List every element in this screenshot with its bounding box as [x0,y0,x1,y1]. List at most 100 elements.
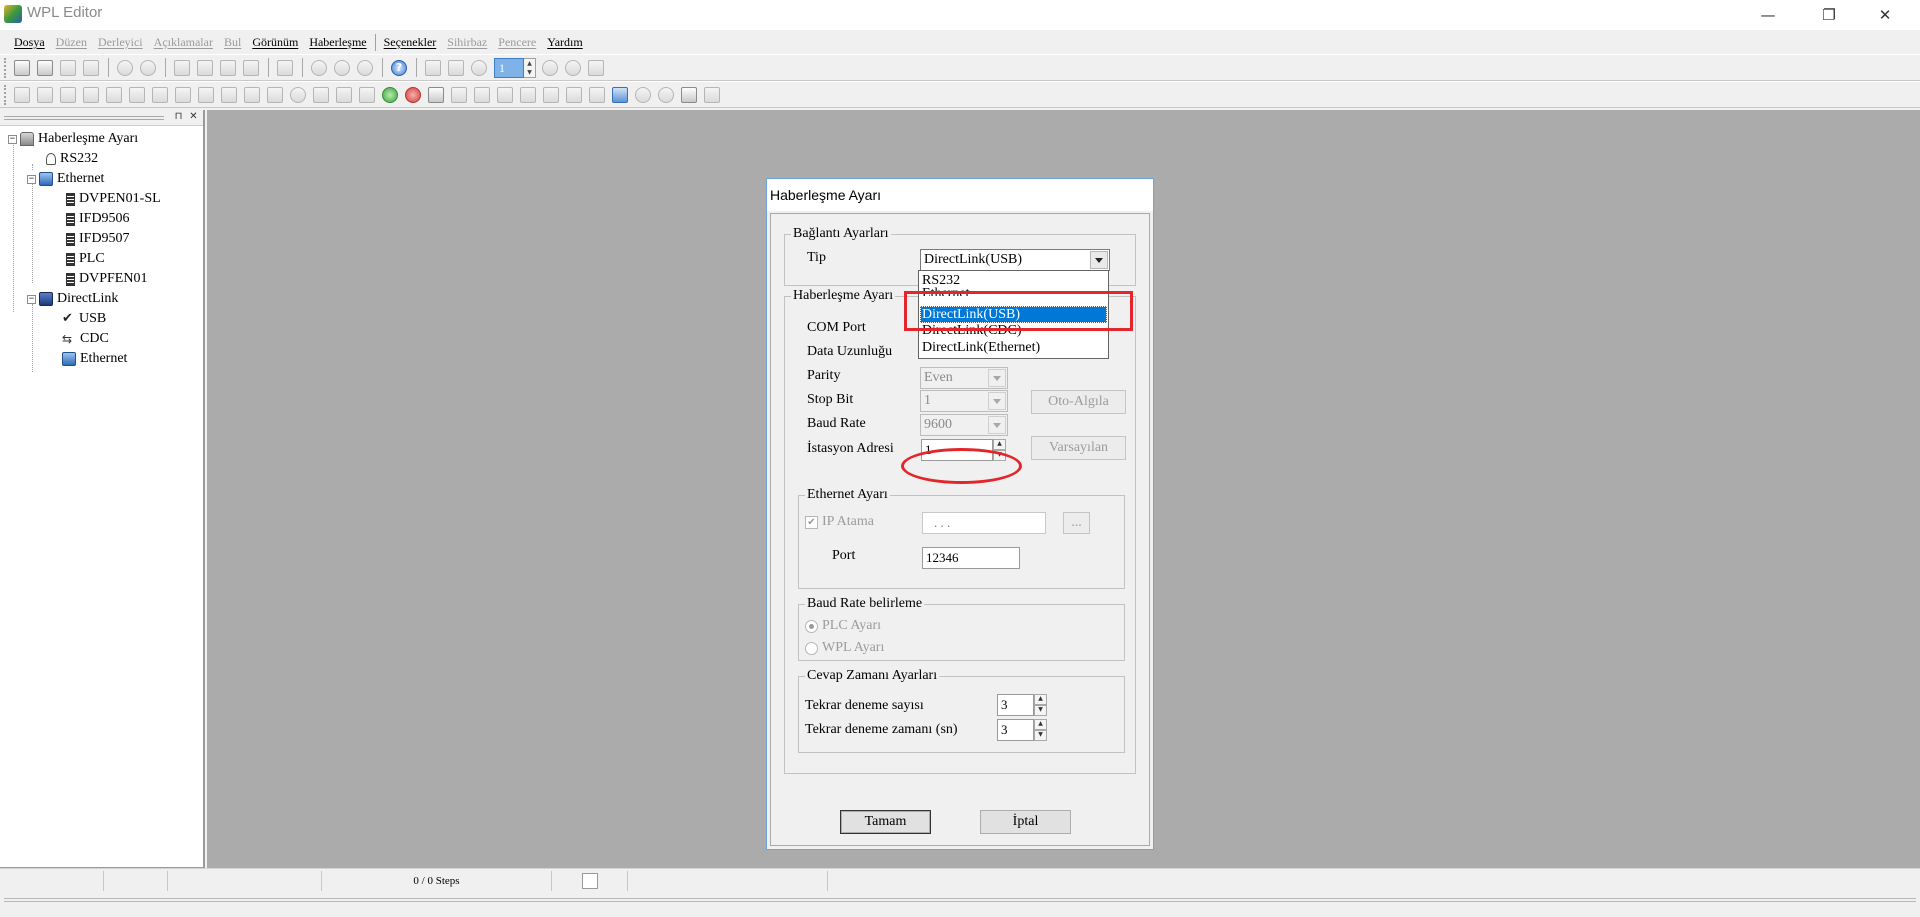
halt-icon[interactable] [405,86,421,103]
format-icon[interactable] [543,86,559,103]
menu-yardim[interactable]: Yardım [547,35,582,50]
spin-up-icon[interactable]: ▲ [1034,719,1047,730]
grid-icon[interactable] [313,86,329,103]
register-icon[interactable] [175,86,191,103]
table-icon[interactable] [152,86,168,103]
cut-icon[interactable] [174,59,190,76]
type-select[interactable]: DirectLink(USB) [920,249,1110,271]
type-option-directlink-ethernet[interactable]: DirectLink(Ethernet) [920,339,1107,356]
tree-item-directlink[interactable]: − DirectLink [27,289,118,309]
refresh-icon[interactable] [565,59,581,76]
panel-grip[interactable] [4,116,164,120]
window-icon[interactable] [612,86,628,103]
menu-pencere[interactable]: Pencere [498,35,536,50]
maximize-button[interactable]: ❐ [1806,0,1852,30]
save-icon[interactable] [60,59,76,76]
minimize-button[interactable]: — [1745,0,1791,30]
monitor-icon[interactable] [471,59,487,76]
spin-down-icon[interactable]: ▼ [524,68,535,77]
stop-icon[interactable] [542,59,558,76]
save-as-icon[interactable] [83,59,99,76]
chart-icon[interactable] [106,86,122,103]
tree-item-root[interactable]: − Haberleşme Ayarı [8,129,138,149]
module-icon[interactable] [359,86,375,103]
code-icon[interactable] [497,86,513,103]
stop-bit-select[interactable]: 1 [920,390,1008,412]
panel-close-icon[interactable]: ✕ [187,111,200,124]
device-comment-icon[interactable] [83,86,99,103]
wand-icon[interactable] [198,86,214,103]
note-icon[interactable] [244,86,260,103]
spin-up-icon[interactable]: ▲ [993,439,1006,450]
step-input[interactable]: 1 [494,57,524,78]
ip-assign-checkbox[interactable]: ✔ [805,516,818,529]
port-input[interactable]: 12346 [922,547,1020,569]
align-icon[interactable] [704,86,720,103]
block-icon[interactable] [129,86,145,103]
ip-address-field[interactable]: . . . [922,512,1046,534]
tree-item-directlink-ethernet[interactable]: Ethernet [62,349,127,369]
auto-detect-button[interactable]: Oto-Algıla [1031,390,1126,414]
spin-up-icon[interactable]: ▲ [524,59,535,68]
retry-time-input[interactable]: 3 [997,719,1034,741]
toolbar-grip[interactable] [4,57,8,78]
search-icon[interactable] [635,86,651,103]
panel-grip[interactable] [4,898,1916,902]
retry-count-input[interactable]: 3 [997,694,1034,716]
code-alt-icon[interactable] [520,86,536,103]
scan-icon[interactable] [267,86,283,103]
menu-secenekler[interactable]: Seçenekler [384,35,437,50]
tree-item-dvpfen01[interactable]: DVPFEN01 [66,269,147,289]
tree-item-ethernet[interactable]: − Ethernet [27,169,104,189]
open-file-icon[interactable] [37,59,53,76]
close-button[interactable]: ✕ [1862,0,1908,30]
sfc-mode-icon[interactable] [60,86,76,103]
tree-item-cdc[interactable]: ⇆ CDC [62,329,109,349]
menu-aciklamalar[interactable]: Açıklamalar [154,35,213,50]
step-spinner[interactable]: ▲ ▼ [524,57,536,78]
tree-item-usb[interactable]: ✔ USB [62,309,106,329]
search-alt-icon[interactable] [658,86,674,103]
tree-item-ifd9506[interactable]: IFD9506 [66,209,130,229]
new-file-icon[interactable] [14,59,30,76]
copy-icon[interactable] [197,59,213,76]
menu-bul[interactable]: Bul [224,35,241,50]
parity-select[interactable]: Even [920,367,1008,389]
memory-icon[interactable] [336,86,352,103]
paste-icon[interactable] [220,59,236,76]
wpl-setting-radio[interactable] [805,642,818,655]
decompile-icon[interactable] [140,59,156,76]
redo-icon[interactable] [588,59,604,76]
menu-dosya[interactable]: Dosya [14,35,45,50]
chevron-down-icon[interactable] [1090,251,1108,269]
help-icon[interactable]: ? [391,59,407,76]
transfer-icon[interactable] [425,59,441,76]
baud-rate-select[interactable]: 9600 [920,414,1008,436]
menu-gorunum[interactable]: Görünüm [252,35,298,50]
erase-icon[interactable] [243,59,259,76]
tree-item-dvpen01sl[interactable]: DVPEN01-SL [66,189,161,209]
collapse-icon[interactable]: − [8,134,17,144]
tree-item-rs232[interactable]: RS232 [46,149,98,169]
retry-count-spinner[interactable]: ▲ ▼ [1034,694,1047,716]
menu-sihirbaz[interactable]: Sihirbaz [447,35,487,50]
menu-duzen[interactable]: Düzen [56,35,87,50]
chevron-down-icon[interactable] [988,416,1006,434]
bulb-icon[interactable] [290,86,306,103]
print-icon[interactable] [451,86,467,103]
tools-icon[interactable] [474,86,490,103]
run-icon[interactable] [382,86,398,103]
list-icon[interactable] [566,86,582,103]
instruction-mode-icon[interactable] [37,86,53,103]
chevron-down-icon[interactable] [988,369,1006,387]
ok-button[interactable]: Tamam [840,810,931,834]
ip-browse-button[interactable]: ... [1063,512,1090,534]
compile-icon[interactable] [117,59,133,76]
ladder-mode-icon[interactable] [14,86,30,103]
online-icon[interactable] [448,59,464,76]
tree-item-ifd9507[interactable]: IFD9507 [66,229,130,249]
zoom-out-icon[interactable] [357,59,373,76]
undo-icon[interactable] [277,59,293,76]
defaults-button[interactable]: Varsayılan [1031,436,1126,460]
retry-time-spinner[interactable]: ▲ ▼ [1034,719,1047,741]
